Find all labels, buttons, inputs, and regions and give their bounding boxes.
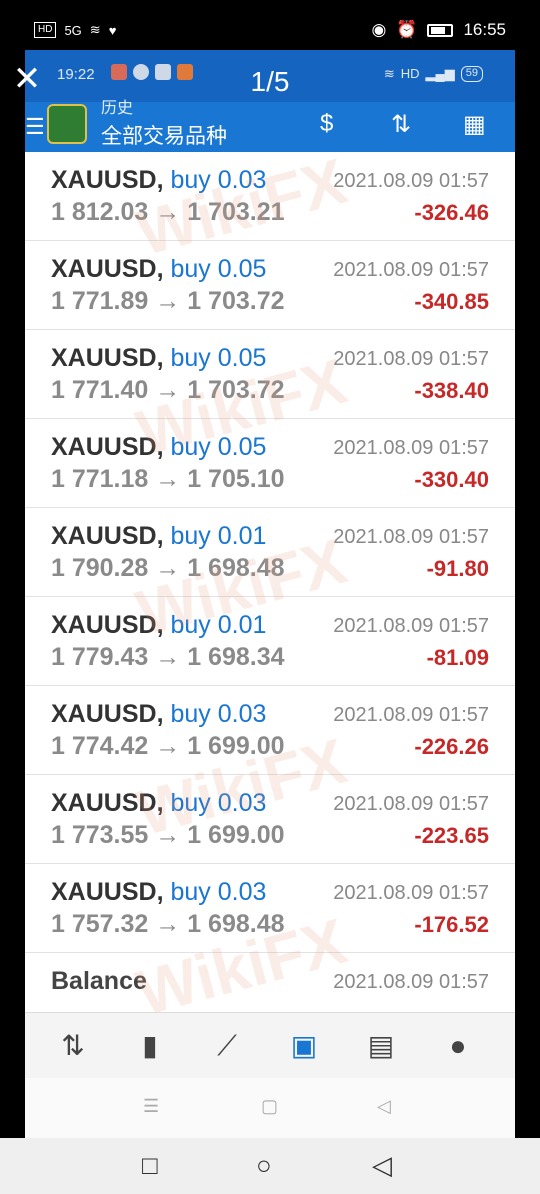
recents-icon[interactable]: □	[142, 1150, 158, 1181]
heart-icon: ♥	[108, 22, 117, 38]
trade-type: buy 0.05	[170, 433, 267, 461]
trade-row[interactable]: XAUUSD, buy 0.03 2021.08.09 01:57 1 757.…	[25, 864, 515, 953]
trade-type: buy 0.03	[170, 700, 267, 728]
back-icon[interactable]: ◁	[377, 1096, 391, 1117]
trade-type: buy 0.03	[170, 166, 267, 194]
screenshot-frame: 19:22 ≋ HD ▂▄▆ 59 ☰ 历史 全部交易品种 $ ⇅ ▦ XAUU…	[25, 50, 515, 1138]
trade-row[interactable]: XAUUSD, buy 0.03 2021.08.09 01:57 1 774.…	[25, 686, 515, 775]
trade-profit: -91.80	[426, 556, 489, 581]
image-counter: 1/5	[250, 66, 290, 97]
bottom-navigation: ⇅ ▮ ⟋ ▣ ▤ ●	[25, 1012, 515, 1078]
inner-system-nav: ☰ ▢ ◁	[25, 1078, 515, 1138]
trade-prices: 1 812.03 → 1 703.21	[51, 198, 285, 226]
trade-profit: -81.09	[426, 645, 489, 670]
outer-system-nav: □ ○ ◁	[0, 1138, 540, 1194]
balance-label: Balance	[51, 967, 147, 995]
trade-profit: -176.52	[414, 912, 489, 937]
trade-date: 2021.08.09 01:57	[333, 793, 489, 815]
trade-row[interactable]: XAUUSD, buy 0.01 2021.08.09 01:57 1 779.…	[25, 597, 515, 686]
hd-badge: HD	[34, 22, 57, 38]
trade-type: buy 0.03	[170, 789, 267, 817]
wifi-icon: ≋	[89, 22, 101, 37]
trade-prices: 1 771.89 → 1 703.72	[51, 287, 285, 315]
home-icon[interactable]: ▢	[261, 1096, 278, 1117]
trade-profit: -226.26	[414, 734, 489, 759]
battery-icon	[427, 23, 454, 37]
menu-icon[interactable]: ☰	[25, 114, 45, 140]
balance-date: 2021.08.09 01:57	[333, 971, 489, 993]
trade-symbol: XAUUSD, buy 0.03	[51, 878, 267, 906]
trade-date: 2021.08.09 01:57	[333, 615, 489, 637]
trade-row[interactable]: XAUUSD, buy 0.01 2021.08.09 01:57 1 790.…	[25, 508, 515, 597]
trade-profit: -326.46	[414, 200, 489, 225]
trade-row[interactable]: XAUUSD, buy 0.05 2021.08.09 01:57 1 771.…	[25, 241, 515, 330]
news-icon[interactable]: ▤	[363, 1029, 399, 1063]
trade-row[interactable]: XAUUSD, buy 0.03 2021.08.09 01:57 1 812.…	[25, 152, 515, 241]
trade-row[interactable]: XAUUSD, buy 0.05 2021.08.09 01:57 1 771.…	[25, 330, 515, 419]
trade-prices: 1 771.18 → 1 705.10	[51, 465, 285, 493]
app-toolbar: ☰ 历史 全部交易品种 $ ⇅ ▦	[25, 100, 515, 152]
trade-date: 2021.08.09 01:57	[333, 348, 489, 370]
app-logo	[47, 104, 87, 144]
back-icon[interactable]: ◁	[372, 1150, 392, 1181]
trade-date: 2021.08.09 01:57	[333, 882, 489, 904]
trade-prices: 1 757.32 → 1 698.48	[51, 910, 285, 938]
trade-prices: 1 779.43 → 1 698.34	[51, 643, 285, 671]
trade-type: buy 0.03	[170, 878, 267, 906]
trade-symbol: XAUUSD, buy 0.01	[51, 611, 267, 639]
trade-profit: -338.40	[414, 378, 489, 403]
trade-profit: -223.65	[414, 823, 489, 848]
trade-prices: 1 774.42 → 1 699.00	[51, 732, 285, 760]
trade-symbol: XAUUSD, buy 0.05	[51, 344, 267, 372]
signal-indicator: 5G	[64, 22, 82, 38]
trade-symbol: XAUUSD, buy 0.03	[51, 700, 267, 728]
trade-symbol: XAUUSD, buy 0.03	[51, 789, 267, 817]
trade-symbol: XAUUSD, buy 0.03	[51, 166, 267, 194]
trade-type: buy 0.05	[170, 255, 267, 283]
chat-icon[interactable]: ●	[440, 1029, 476, 1063]
toolbar-title[interactable]: 全部交易品种	[101, 120, 227, 150]
sort-icon[interactable]: ⇅	[391, 110, 411, 139]
eye-icon: ◉	[371, 20, 387, 39]
trade-profit: -340.85	[414, 289, 489, 314]
trade-prices: 1 790.28 → 1 698.48	[51, 554, 285, 582]
trade-type: buy 0.01	[170, 611, 267, 639]
currency-filter-icon[interactable]: $	[320, 110, 333, 138]
alarm-icon: ⏰	[396, 20, 418, 39]
trade-type: buy 0.01	[170, 522, 267, 550]
calendar-icon[interactable]: ▦	[463, 110, 486, 139]
quotes-icon[interactable]: ⇅	[55, 1029, 91, 1063]
trade-icon[interactable]: ⟋	[209, 1029, 245, 1063]
trade-date: 2021.08.09 01:57	[333, 170, 489, 192]
trade-date: 2021.08.09 01:57	[333, 437, 489, 459]
history-icon[interactable]: ▣	[286, 1029, 322, 1063]
trade-symbol: XAUUSD, buy 0.01	[51, 522, 267, 550]
trade-prices: 1 773.55 → 1 699.00	[51, 821, 285, 849]
chart-icon[interactable]: ▮	[132, 1029, 168, 1063]
trade-prices: 1 771.40 → 1 703.72	[51, 376, 285, 404]
outer-clock: 16:55	[463, 20, 506, 39]
trade-date: 2021.08.09 01:57	[333, 259, 489, 281]
trade-symbol: XAUUSD, buy 0.05	[51, 255, 267, 283]
trade-row[interactable]: XAUUSD, buy 0.05 2021.08.09 01:57 1 771.…	[25, 419, 515, 508]
trade-row[interactable]: XAUUSD, buy 0.03 2021.08.09 01:57 1 773.…	[25, 775, 515, 864]
history-list: XAUUSD, buy 0.03 2021.08.09 01:57 1 812.…	[25, 152, 515, 1042]
recents-icon[interactable]: ☰	[143, 1096, 159, 1117]
home-icon[interactable]: ○	[256, 1150, 272, 1181]
trade-type: buy 0.05	[170, 344, 267, 372]
trade-date: 2021.08.09 01:57	[333, 704, 489, 726]
trade-symbol: XAUUSD, buy 0.05	[51, 433, 267, 461]
trade-date: 2021.08.09 01:57	[333, 526, 489, 548]
trade-profit: -330.40	[414, 467, 489, 492]
